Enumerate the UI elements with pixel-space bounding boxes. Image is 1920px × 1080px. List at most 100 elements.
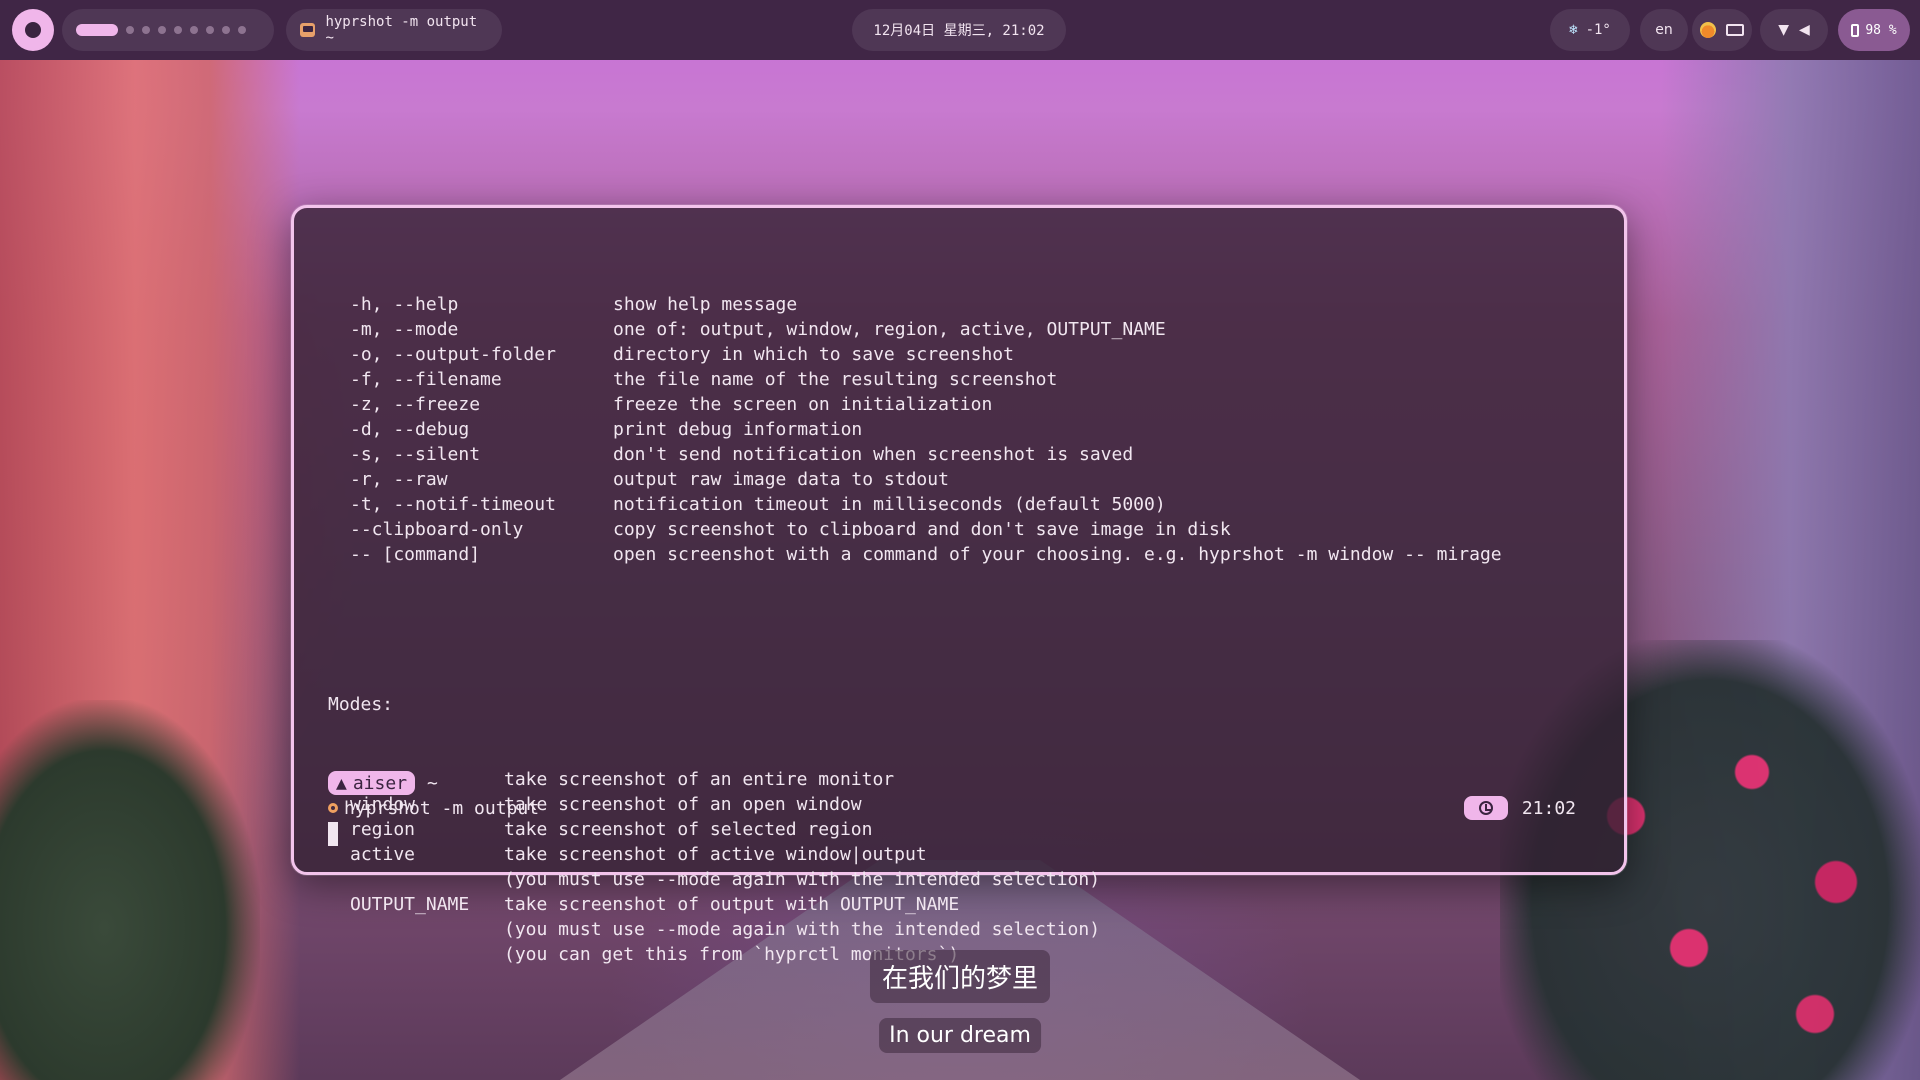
wifi-icon: ▼ [1778, 22, 1789, 38]
command-line[interactable]: hyprshot -m output [328, 795, 539, 821]
mode-name: active [350, 844, 416, 865]
workspace-dot[interactable] [238, 26, 246, 34]
clock-widget[interactable]: 12月04日 星期三, 21:02 [852, 9, 1066, 51]
workspace-dot[interactable] [222, 26, 230, 34]
help-option-row: -z, --freeze freeze the screen on initial… [328, 392, 1502, 417]
weather-widget[interactable]: ❄ -1° [1550, 9, 1630, 51]
status-circle-icon [328, 803, 338, 813]
option-description: one of: output, window, region, active, … [613, 319, 1166, 340]
workspace-indicator [62, 9, 274, 51]
mode-name [328, 942, 504, 967]
wallpaper-plants [0, 700, 260, 1080]
language-text: en [1655, 22, 1673, 38]
option-flag: -- [command] [350, 544, 481, 565]
modes-heading: Modes: [328, 694, 394, 715]
mode-row: outputtake screenshot of an entire monit… [328, 767, 1502, 792]
clock-icon [1463, 796, 1508, 820]
help-option-row: -f, --filename the file name of the resul… [328, 367, 1502, 392]
option-flag: -h, --help [350, 294, 459, 315]
option-description: don't send notification when screenshot … [613, 444, 1134, 465]
option-description: show help message [613, 294, 798, 315]
option-flag: -s, --silent [350, 444, 481, 465]
mode-description: take screenshot of an open window [504, 794, 862, 815]
language-indicator[interactable]: en [1640, 9, 1688, 51]
volume-icon: ◀ [1799, 22, 1810, 38]
prompt-directory: ~ [427, 772, 438, 794]
workspace-dot[interactable] [158, 26, 166, 34]
terminal-icon [300, 23, 316, 37]
help-option-row: -m, --mode one of: output, window, region… [328, 317, 1502, 342]
option-description: output raw image data to stdout [613, 469, 949, 490]
mode-row: active take screenshot of active window|o… [328, 842, 1502, 867]
lyric-chinese: 在我们的梦里 [869, 950, 1051, 1003]
mode-description: take screenshot of an entire monitor [504, 769, 895, 790]
prompt-time: 21:02 [1463, 795, 1576, 821]
mode-description: take screenshot of active window|output [504, 844, 927, 865]
workspace-dot[interactable] [126, 26, 134, 34]
help-option-row: -t, --notif-timeout notification timeout … [328, 492, 1502, 517]
option-flag: -o, --output-folder [350, 344, 556, 365]
terminal-output: -h, --help show help message -m, --mode one… [328, 242, 1502, 1017]
snowflake-icon: ❄ [1569, 22, 1578, 38]
launcher-button[interactable] [12, 9, 54, 51]
mode-name: OUTPUT_NAME [350, 894, 470, 915]
workspace-dot[interactable] [190, 26, 198, 34]
workspace-active[interactable] [76, 24, 118, 36]
option-flag: -z, --freeze [350, 394, 481, 415]
workspace-dot[interactable] [142, 26, 150, 34]
workspace-dot[interactable] [206, 26, 214, 34]
command-text: hyprshot -m output [344, 797, 540, 819]
option-flag: -m, --mode [350, 319, 459, 340]
lyric-english: In our dream [879, 1018, 1041, 1053]
workspace-dot[interactable] [174, 26, 182, 34]
mode-row: OUTPUT_NAME take screenshot of output wit… [328, 892, 1502, 917]
help-option-row: -o, --output-folder directory in which to… [328, 342, 1502, 367]
keyboard-icon[interactable] [1726, 24, 1744, 36]
option-description: open screenshot with a command of your c… [613, 544, 1502, 565]
mode-row: (you must use --mode again with the inte… [328, 917, 1502, 942]
mode-row: (you must use --mode again with the inte… [328, 867, 1502, 892]
terminal-window[interactable]: -h, --help show help message -m, --mode one… [291, 205, 1627, 965]
option-description: notification timeout in milliseconds (de… [613, 494, 1166, 515]
option-flag: -f, --filename [350, 369, 502, 390]
help-option-row: -d, --debug print debug information [328, 417, 1502, 442]
help-option-row: -- [command] open screenshot with a comma… [328, 542, 1502, 567]
firefox-icon[interactable] [1700, 22, 1716, 38]
option-description: freeze the screen on initialization [613, 394, 993, 415]
option-description: directory in which to save screenshot [613, 344, 1014, 365]
prompt-user: aiser [352, 772, 408, 794]
weather-text: -1° [1585, 22, 1611, 38]
active-window-title[interactable]: hyprshot -m output ~ [286, 9, 502, 51]
option-description: the file name of the resulting screensho… [613, 369, 1058, 390]
mode-name [328, 917, 504, 942]
option-flag: -r, --raw [350, 469, 448, 490]
user-badge: ▲ aiser [328, 771, 416, 795]
system-tray [1692, 9, 1752, 51]
shell-prompt: ▲ aiser ~ [328, 770, 438, 796]
mode-description: (you must use --mode again with the inte… [504, 919, 1101, 940]
help-option-row: -s, --silent don't send notification when… [328, 442, 1502, 467]
mode-description: take screenshot of output with OUTPUT_NA… [504, 894, 960, 915]
arch-icon: ▲ [336, 772, 347, 794]
battery-widget[interactable]: 98 % [1838, 9, 1910, 51]
top-bar: hyprshot -m output ~ 12月04日 星期三, 21:02 ❄… [0, 0, 1920, 60]
network-volume-widget[interactable]: ▼ ◀ [1760, 9, 1828, 51]
help-option-row: -r, --raw output raw image data to stdout [328, 467, 1502, 492]
battery-icon [1851, 23, 1860, 37]
option-flag: -d, --debug [350, 419, 470, 440]
mode-description: (you must use --mode again with the inte… [504, 869, 1101, 890]
option-description: copy screenshot to clipboard and don't s… [613, 519, 1231, 540]
option-description: print debug information [613, 419, 863, 440]
mode-name [328, 867, 504, 892]
help-option-row: --clipboard-only copy screenshot to clipb… [328, 517, 1502, 542]
window-title-text: hyprshot -m output ~ [325, 14, 478, 46]
option-flag: --clipboard-only [350, 519, 524, 540]
battery-text: 98 % [1865, 22, 1897, 38]
mode-description: take screenshot of selected region [504, 819, 873, 840]
text-cursor [328, 822, 338, 846]
option-flag: -t, --notif-timeout [350, 494, 556, 515]
prompt-time-text: 21:02 [1521, 797, 1576, 819]
clock-text: 12月04日 星期三, 21:02 [873, 23, 1045, 39]
help-option-row: -h, --help show help message [328, 292, 1502, 317]
launcher-icon [25, 22, 41, 38]
